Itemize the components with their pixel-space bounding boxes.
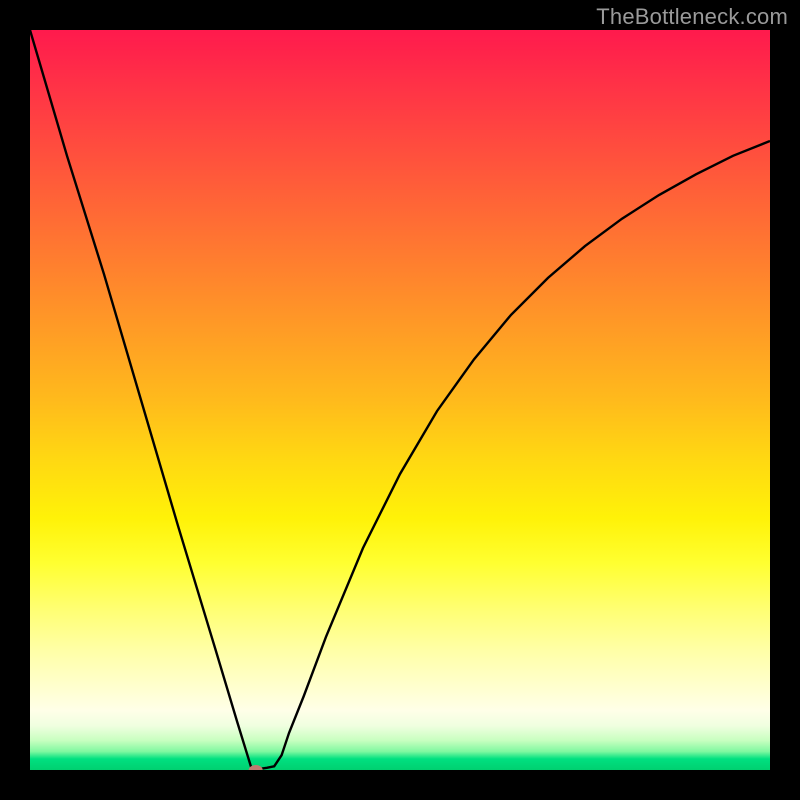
curve-path xyxy=(30,30,770,770)
bottleneck-curve xyxy=(30,30,770,770)
watermark-text: TheBottleneck.com xyxy=(596,4,788,30)
chart-frame: TheBottleneck.com xyxy=(0,0,800,800)
plot-area xyxy=(30,30,770,770)
